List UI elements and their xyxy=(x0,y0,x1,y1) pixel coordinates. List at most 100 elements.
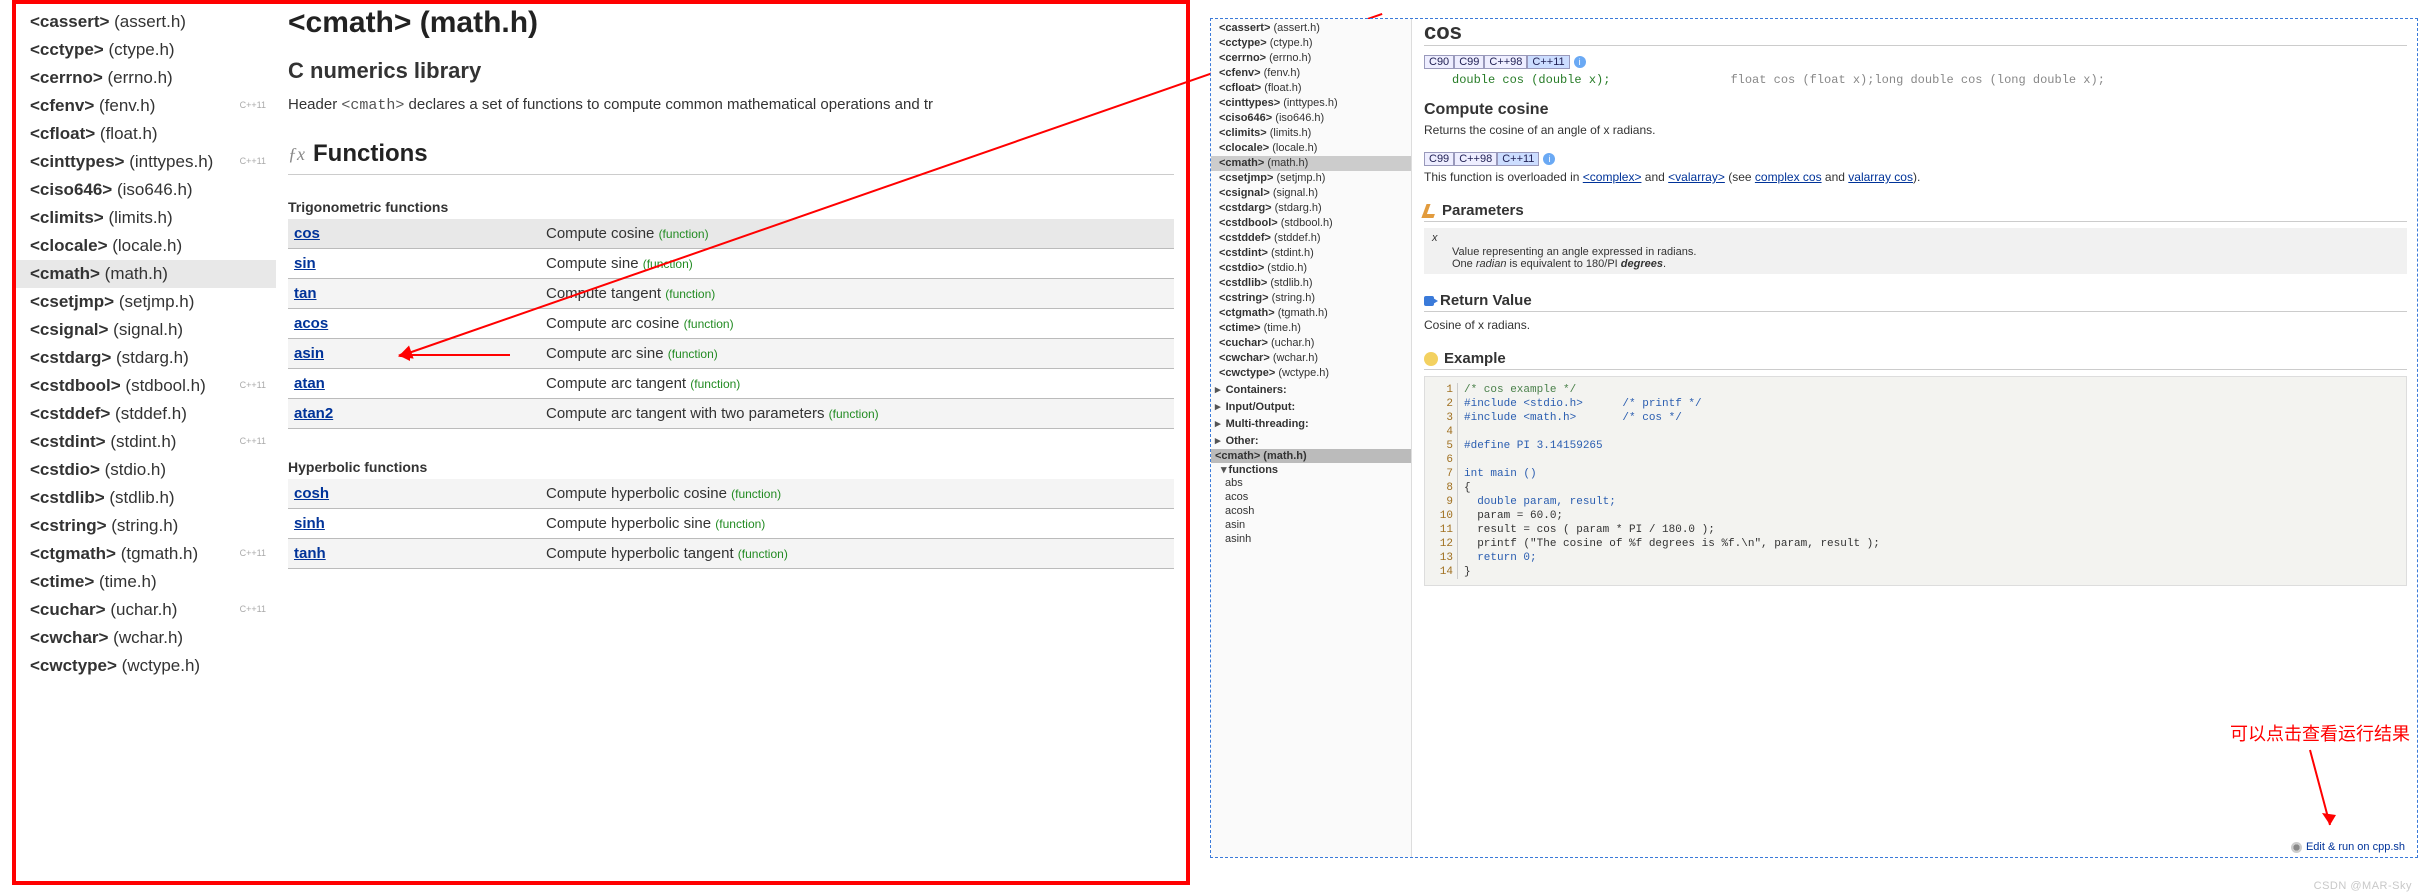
r-sidebar-item-cstdint[interactable]: <cstdint> (stdint.h) xyxy=(1211,246,1411,261)
r-sidebar-item-ctime[interactable]: <ctime> (time.h) xyxy=(1211,321,1411,336)
r-sidebar-item-cctype[interactable]: <cctype> (ctype.h) xyxy=(1211,36,1411,51)
sidebar-sub-label[interactable]: functions xyxy=(1229,464,1279,476)
complex-cos-link[interactable]: complex cos xyxy=(1755,170,1822,184)
r-sidebar-item-ciso646[interactable]: <ciso646> (iso646.h) xyxy=(1211,111,1411,126)
category-row[interactable]: ▸ Other: xyxy=(1215,432,1411,449)
complex-link[interactable]: <complex> xyxy=(1583,170,1642,184)
sidebar-item-cmath[interactable]: <cmath> (math.h) xyxy=(16,260,276,288)
sig2: float cos (float x);long double cos (lon… xyxy=(1730,73,2104,87)
r-sidebar-item-cwctype[interactable]: <cwctype> (wctype.h) xyxy=(1211,366,1411,381)
valarray-link[interactable]: <valarray> xyxy=(1668,170,1725,184)
sidebar-item-cwctype[interactable]: <cwctype> (wctype.h) xyxy=(16,652,276,680)
sidebar-item-climits[interactable]: <climits> (limits.h) xyxy=(16,204,276,232)
category-row[interactable]: ▸ Containers: xyxy=(1215,381,1411,398)
category-row[interactable]: ▸ Multi-threading: xyxy=(1215,415,1411,432)
fn-desc: Compute arc sine xyxy=(546,345,668,362)
fn-link-acos[interactable]: acos xyxy=(294,315,328,332)
sub-fn-acosh[interactable]: acosh xyxy=(1225,504,1411,518)
info-icon[interactable]: i xyxy=(1543,153,1555,165)
sidebar-item-cassert[interactable]: <cassert> (assert.h) xyxy=(16,8,276,36)
category-row[interactable]: ▸ Input/Output: xyxy=(1215,398,1411,415)
chevron-down-icon[interactable]: ▾ xyxy=(1221,464,1227,476)
r-sidebar-item-csignal[interactable]: <csignal> (signal.h) xyxy=(1211,186,1411,201)
sub-fn-acos[interactable]: acos xyxy=(1225,490,1411,504)
r-sidebar-item-cstdarg[interactable]: <cstdarg> (stdarg.h) xyxy=(1211,201,1411,216)
return-value-heading: Return Value xyxy=(1424,292,2407,312)
param-x-name: x xyxy=(1432,232,2399,244)
r-sidebar-item-cerrno[interactable]: <cerrno> (errno.h) xyxy=(1211,51,1411,66)
sidebar-item-cstdlib[interactable]: <cstdlib> (stdlib.h) xyxy=(16,484,276,512)
r-sidebar-item-cmath[interactable]: <cmath> (math.h) xyxy=(1211,156,1411,171)
sidebar-item-cstdbool[interactable]: <cstdbool> (stdbool.h)C++11 xyxy=(16,372,276,400)
r-sidebar-item-ctgmath[interactable]: <ctgmath> (tgmath.h) xyxy=(1211,306,1411,321)
sidebar-item-ctime[interactable]: <ctime> (time.h) xyxy=(16,568,276,596)
chevron-right-icon: ▸ xyxy=(1215,435,1221,447)
r-sidebar-item-cstdio[interactable]: <cstdio> (stdio.h) xyxy=(1211,261,1411,276)
r-sidebar-item-cinttypes[interactable]: <cinttypes> (inttypes.h) xyxy=(1211,96,1411,111)
r-sidebar-item-cstring[interactable]: <cstring> (string.h) xyxy=(1211,291,1411,306)
sidebar-item-cstdio[interactable]: <cstdio> (stdio.h) xyxy=(16,456,276,484)
sidebar-item-cstdint[interactable]: <cstdint> (stdint.h)C++11 xyxy=(16,428,276,456)
std-tab-C99[interactable]: C99 xyxy=(1454,55,1484,69)
info-icon[interactable]: i xyxy=(1574,56,1586,68)
sidebar-item-csignal[interactable]: <csignal> (signal.h) xyxy=(16,316,276,344)
sidebar-item-cuchar[interactable]: <cuchar> (uchar.h)C++11 xyxy=(16,596,276,624)
r-sidebar-item-cfenv[interactable]: <cfenv> (fenv.h) xyxy=(1211,66,1411,81)
r-sidebar-item-csetjmp[interactable]: <csetjmp> (setjmp.h) xyxy=(1211,171,1411,186)
std-tab-C++11[interactable]: C++11 xyxy=(1527,55,1569,69)
fn-desc: Compute arc tangent xyxy=(546,375,690,392)
r-sidebar-item-cstddef[interactable]: <cstddef> (stddef.h) xyxy=(1211,231,1411,246)
r-sidebar-item-climits[interactable]: <climits> (limits.h) xyxy=(1211,126,1411,141)
right-headers-sidebar: <cassert> (assert.h)<cctype> (ctype.h)<c… xyxy=(1211,19,1412,857)
sidebar-item-cfenv[interactable]: <cfenv> (fenv.h)C++11 xyxy=(16,92,276,120)
sub-fn-asinh[interactable]: asinh xyxy=(1225,532,1411,546)
r-sidebar-item-cuchar[interactable]: <cuchar> (uchar.h) xyxy=(1211,336,1411,351)
fn-link-sinh[interactable]: sinh xyxy=(294,515,325,532)
trig-table: cosCompute cosine (function)sinCompute s… xyxy=(288,219,1174,429)
fn-link-cos[interactable]: cos xyxy=(294,225,320,242)
sidebar-subsel-cmath[interactable]: <cmath> (math.h) xyxy=(1211,449,1411,463)
sub-fn-abs[interactable]: abs xyxy=(1225,476,1411,490)
sidebar-item-clocale[interactable]: <clocale> (locale.h) xyxy=(16,232,276,260)
sub-fn-asin[interactable]: asin xyxy=(1225,518,1411,532)
table-row: cosCompute cosine (function) xyxy=(288,219,1174,249)
sidebar-item-csetjmp[interactable]: <csetjmp> (setjmp.h) xyxy=(16,288,276,316)
fn-link-tanh[interactable]: tanh xyxy=(294,545,326,562)
r-sidebar-item-cfloat[interactable]: <cfloat> (float.h) xyxy=(1211,81,1411,96)
sidebar-item-ctgmath[interactable]: <ctgmath> (tgmath.h)C++11 xyxy=(16,540,276,568)
chevron-right-icon: ▸ xyxy=(1215,384,1221,396)
table-row: sinhCompute hyperbolic sine (function) xyxy=(288,509,1174,539)
sidebar-item-cwchar[interactable]: <cwchar> (wchar.h) xyxy=(16,624,276,652)
r-sidebar-item-cwchar[interactable]: <cwchar> (wchar.h) xyxy=(1211,351,1411,366)
fn-link-sin[interactable]: sin xyxy=(294,255,316,272)
fn-link-atan2[interactable]: atan2 xyxy=(294,405,333,422)
r-sidebar-item-cassert[interactable]: <cassert> (assert.h) xyxy=(1211,21,1411,36)
fn-kind: (function) xyxy=(668,347,718,361)
std-tab-C++98[interactable]: C++98 xyxy=(1454,152,1497,166)
sidebar-item-ciso646[interactable]: <ciso646> (iso646.h) xyxy=(16,176,276,204)
page-title: <cmath> (math.h) xyxy=(288,6,1174,40)
valarray-cos-link[interactable]: valarray cos xyxy=(1848,170,1913,184)
sidebar-item-cstdarg[interactable]: <cstdarg> (stdarg.h) xyxy=(16,344,276,372)
fn-kind: (function) xyxy=(690,377,740,391)
fn-link-cosh[interactable]: cosh xyxy=(294,485,329,502)
sidebar-item-cctype[interactable]: <cctype> (ctype.h) xyxy=(16,36,276,64)
std-tab-C90[interactable]: C90 xyxy=(1424,55,1454,69)
edit-run-link[interactable]: Edit & run on cpp.sh xyxy=(2291,841,2405,853)
fn-link-asin[interactable]: asin xyxy=(294,345,324,362)
r-sidebar-item-cstdlib[interactable]: <cstdlib> (stdlib.h) xyxy=(1211,276,1411,291)
sidebar-item-cerrno[interactable]: <cerrno> (errno.h) xyxy=(16,64,276,92)
std-tab-C++11[interactable]: C++11 xyxy=(1497,152,1539,166)
std-tab-C++98[interactable]: C++98 xyxy=(1484,55,1527,69)
std-tab-C99[interactable]: C99 xyxy=(1424,152,1454,166)
fn-link-tan[interactable]: tan xyxy=(294,285,317,302)
sidebar-item-cinttypes[interactable]: <cinttypes> (inttypes.h)C++11 xyxy=(16,148,276,176)
r-sidebar-item-clocale[interactable]: <clocale> (locale.h) xyxy=(1211,141,1411,156)
sidebar-item-cstddef[interactable]: <cstddef> (stddef.h) xyxy=(16,400,276,428)
fn-link-atan[interactable]: atan xyxy=(294,375,325,392)
r-sidebar-item-cstdbool[interactable]: <cstdbool> (stdbool.h) xyxy=(1211,216,1411,231)
table-row: sinCompute sine (function) xyxy=(288,249,1174,279)
fn-kind: (function) xyxy=(829,407,879,421)
sidebar-item-cstring[interactable]: <cstring> (string.h) xyxy=(16,512,276,540)
sidebar-item-cfloat[interactable]: <cfloat> (float.h) xyxy=(16,120,276,148)
